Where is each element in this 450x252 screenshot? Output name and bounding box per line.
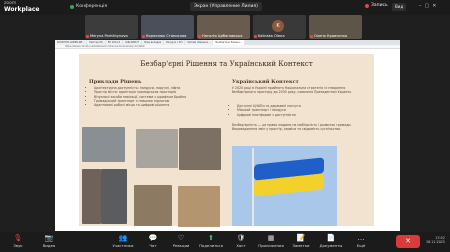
chat-icon: 💬	[148, 234, 158, 242]
video-button[interactable]: 📷 Видео	[34, 234, 64, 248]
toolbar-label: Реакции	[172, 243, 190, 248]
chat-button[interactable]: 💬 Чат	[138, 234, 168, 248]
record-icon	[365, 3, 369, 8]
mic-muted-icon	[86, 35, 89, 38]
presentation-slide: Безбар'єрні Рішення та Український Конте…	[79, 54, 374, 227]
photo-sidewalk	[136, 129, 178, 168]
participant-tile[interactable]: Meryna Parhkhynova	[85, 15, 138, 39]
right-heading: Український Контекст	[232, 79, 299, 85]
system-clock: 13:52 18.11.2025	[426, 236, 445, 244]
participant-strip: Meryna Parhkhynova Корнелюк Станислав На…	[85, 15, 365, 39]
left-heading: Приклади Рішень	[89, 79, 142, 85]
mic-muted-icon	[254, 35, 257, 38]
secure-icon	[70, 4, 74, 9]
mic-muted-icon	[198, 35, 201, 38]
share-icon: ⬆	[208, 234, 214, 242]
apps-icon: ▦	[267, 234, 275, 242]
photo-building-ramp	[82, 127, 125, 162]
participant-tile[interactable]: K Kalinska Olena	[253, 15, 306, 39]
recording-label: Запись	[371, 3, 388, 8]
clock-date: 18.11.2025	[426, 240, 445, 244]
address-bar[interactable]: https://www.k-12.edu.ua/bezbarierni-rish…	[55, 45, 400, 49]
photo-plaza	[179, 128, 221, 170]
avatar: K	[272, 20, 284, 32]
notes-icon: 📝	[296, 234, 306, 242]
meeting-name: Конференція	[76, 4, 108, 9]
more-button[interactable]: … Ещё	[346, 234, 376, 248]
brand-line2: Workplace	[4, 6, 40, 13]
participant-name: Meryna Parhkhynova	[90, 34, 128, 38]
photo-street	[82, 169, 101, 224]
ukraine-flag-image	[232, 146, 337, 226]
toolbar-label: Документы	[319, 243, 343, 248]
host-icon: 🛡	[236, 234, 246, 242]
recording-indicator[interactable]: Запись	[365, 3, 388, 8]
list-item: Цифрові платформи з доступністю	[237, 113, 367, 117]
view-button[interactable]: Вид	[392, 3, 407, 11]
photo-stairs	[178, 186, 220, 227]
right-paragraph-1: У 2020 році в Україні прийнята Національ…	[232, 86, 352, 95]
reactions-button[interactable]: ♡ Реакции	[166, 234, 196, 248]
apps-button[interactable]: ▦ Приложения	[256, 234, 286, 248]
participant-name: Олена Кравченко	[314, 34, 348, 38]
toolbar-label: Участники	[112, 243, 134, 248]
mic-off-icon: 🎙	[13, 234, 23, 242]
mute-button[interactable]: 🎙 Звук	[3, 234, 33, 248]
toolbar-label: Хост	[236, 243, 246, 248]
participant-tile[interactable]: Наталія Цибановська	[197, 15, 250, 39]
slide-title: Безбар'єрні Рішення та Український Конте…	[140, 60, 313, 68]
participants-icon: 👥	[118, 234, 128, 242]
toolbar-label: Заметки	[292, 243, 310, 248]
meeting-toolbar: 🎙 Звук 📷 Видео 👥 Участники 💬 Чат ♡ Реакц…	[0, 232, 450, 252]
right-paragraph-2: Безбар'єрність — це право людини на мобі…	[232, 123, 352, 132]
share-button[interactable]: ⬆ Поделиться	[196, 234, 226, 248]
participant-tile[interactable]: Олена Кравченко	[309, 15, 362, 39]
left-bullet-list: Архітектурна доступність: пандуси, поруч…	[89, 86, 229, 107]
photo-entrance	[134, 185, 172, 226]
toolbar-label: Чат	[149, 243, 157, 248]
more-icon: …	[357, 234, 365, 242]
right-bullet-list: Доступні ЦНАПи та державні послуги Міськ…	[232, 104, 367, 117]
participant-name: Корнелюк Станислав	[146, 34, 187, 38]
photo-tram	[101, 169, 127, 224]
toolbar-label: Приложения	[258, 243, 284, 248]
mic-muted-icon	[142, 35, 145, 38]
top-bar: zoom Workplace Конференція Экран (Управл…	[0, 0, 450, 15]
toolbar-label: Видео	[42, 243, 56, 248]
window-controls[interactable]: –▢✕	[419, 3, 439, 9]
docs-button[interactable]: 📄 Документы	[316, 234, 346, 248]
participants-button[interactable]: 👥 Участники	[108, 234, 138, 248]
zoom-logo: zoom Workplace	[4, 1, 40, 13]
reactions-icon: ♡	[177, 234, 185, 242]
video-off-icon: 📷	[44, 234, 54, 242]
docs-icon: 📄	[326, 234, 336, 242]
toolbar-label: Ещё	[356, 243, 366, 248]
mic-muted-icon	[310, 35, 313, 38]
list-item: Адаптовані робочі місця та цифрові рішен…	[94, 103, 229, 107]
shared-screen: ZOOMTUK.ADMIN.NE... Мастер КК ЕП 2012/1 …	[55, 40, 400, 231]
screen-share-indicator[interactable]: Экран (Управление Лилия)	[190, 2, 262, 11]
toolbar-label: Поделиться	[199, 243, 223, 248]
participant-tile[interactable]: Корнелюк Станислав	[141, 15, 194, 39]
host-tools-button[interactable]: 🛡 Хост	[226, 234, 256, 248]
participant-name: Наталія Цибановська	[202, 34, 243, 38]
participant-name: Kalinska Olena	[258, 34, 285, 38]
notes-button[interactable]: 📝 Заметки	[286, 234, 316, 248]
toolbar-label: Звук	[13, 243, 23, 248]
meeting-info[interactable]: Конференція	[70, 4, 107, 9]
end-meeting-button[interactable]: ✕	[396, 235, 420, 248]
